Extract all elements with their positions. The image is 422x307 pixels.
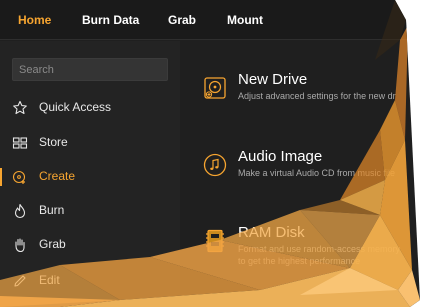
tab-home[interactable]: Home [18,11,51,31]
new-drive-option[interactable]: New Drive Adjust advanced settings for t… [202,71,420,115]
ram-disk-option[interactable]: RAM Disk Format and use random-access me… [202,224,420,268]
app-window: Home Burn Data Grab Mount Quick Access S… [0,0,420,307]
sidebar-item-label: Quick Access [39,100,112,114]
top-navigation: Home Burn Data Grab Mount [0,0,420,40]
main-content: New Drive Adjust advanced settings for t… [180,41,420,307]
feature-description: Make a virtual Audio CD from music file [238,168,396,178]
tab-burn-data[interactable]: Burn Data [82,11,139,31]
tab-grab[interactable]: Grab [168,11,196,31]
burn-icon [14,203,26,219]
grid-icon [12,137,28,149]
sidebar-item-label: Edit [39,273,60,287]
sidebar-item-burn[interactable]: Burn [0,196,180,226]
sidebar-item-label: Store [39,135,68,149]
sidebar-item-grab[interactable]: Grab [0,230,180,260]
sidebar-item-label: Burn [39,203,65,217]
sidebar-item-edit[interactable]: Edit [0,266,180,296]
sidebar-item-quick-access[interactable]: Quick Access [0,93,180,123]
sidebar-item-label: Create [39,169,76,183]
drive-icon [204,77,226,99]
feature-description: Format and use random-access memory [238,244,401,254]
sidebar-item-create[interactable]: Create [0,162,180,192]
music-disc-icon [203,153,227,177]
feature-description: to get the highest performance [238,256,361,266]
ram-icon [206,229,224,253]
sidebar: Quick Access Store Create Burn [0,41,180,307]
search-input[interactable] [12,58,168,81]
hand-icon [15,238,25,253]
sidebar-item-store[interactable]: Store [0,128,180,158]
feature-title: RAM Disk [238,224,305,241]
tab-mount[interactable]: Mount [227,11,263,31]
sidebar-item-label: Grab [39,237,66,251]
pencil-icon [14,275,26,287]
feature-title: Audio Image [238,148,323,165]
feature-description: Adjust advanced settings for the new dr [238,91,396,101]
feature-title: New Drive [238,71,308,88]
create-disc-icon [12,170,26,184]
audio-image-option[interactable]: Audio Image Make a virtual Audio CD from… [202,148,420,192]
star-icon [13,100,27,115]
